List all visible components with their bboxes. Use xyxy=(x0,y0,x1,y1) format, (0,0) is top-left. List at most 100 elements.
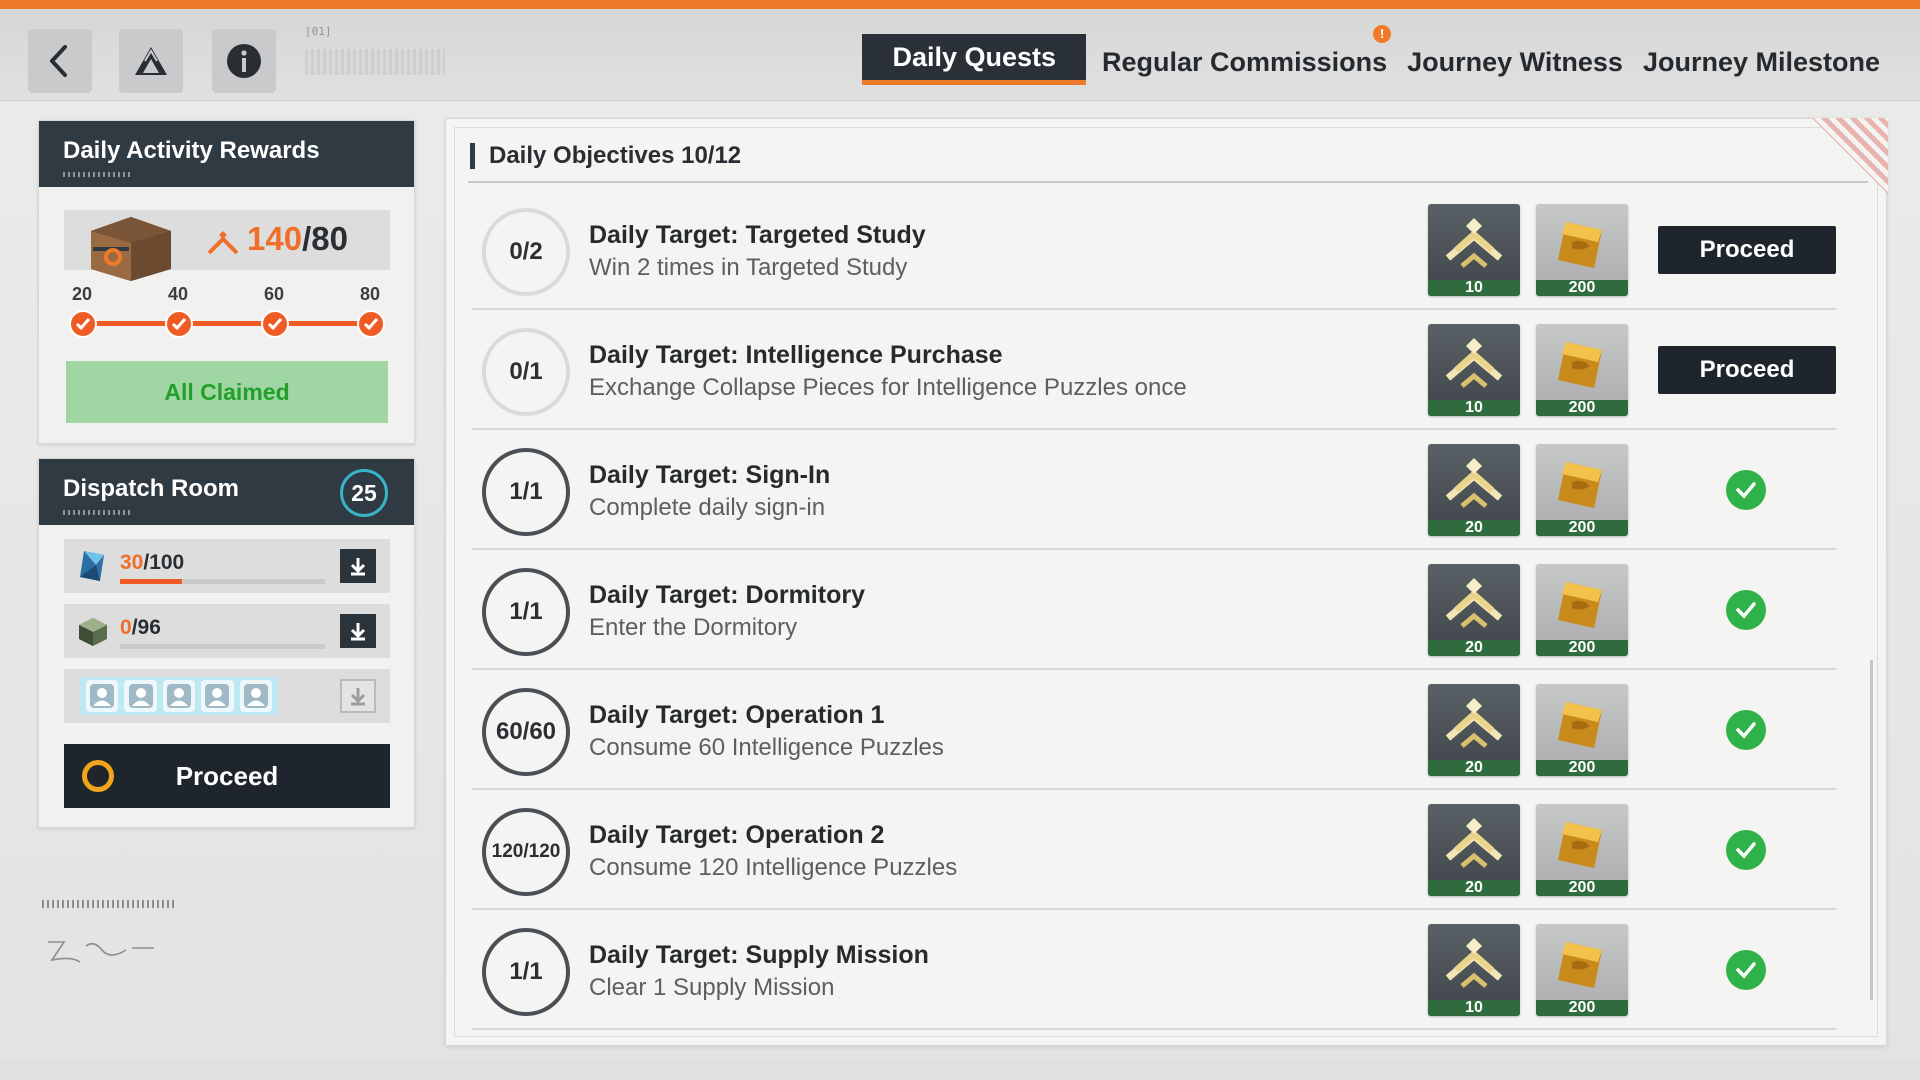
tab-journey-milestone[interactable]: Journey Milestone xyxy=(1639,39,1884,85)
reward-quantity: 200 xyxy=(1536,760,1628,776)
reward-item[interactable]: 200 xyxy=(1536,444,1628,536)
objective-name: Daily Target: Dormitory xyxy=(589,581,865,609)
gold-ticket-icon xyxy=(1558,582,1602,628)
objective-name: Daily Target: Supply Mission xyxy=(589,941,929,969)
decorative-signature xyxy=(42,900,177,975)
agent-slot[interactable] xyxy=(124,680,157,712)
dispatch-proceed-button[interactable]: Proceed xyxy=(64,744,390,808)
person-icon xyxy=(128,684,153,708)
completed-check-icon xyxy=(1726,590,1766,630)
reward-item[interactable]: 10 xyxy=(1428,324,1520,416)
reward-item[interactable]: 200 xyxy=(1536,684,1628,776)
triangle-logo-icon xyxy=(135,47,167,75)
collect-button[interactable] xyxy=(340,679,376,713)
reward-item[interactable]: 20 xyxy=(1428,444,1520,536)
check-icon xyxy=(1736,722,1756,739)
tab-daily-quests[interactable]: Daily Quests xyxy=(862,34,1087,85)
completed-check-icon xyxy=(1726,470,1766,510)
milestone-label: 20 xyxy=(72,284,93,304)
check-icon xyxy=(1736,842,1756,859)
milestone-label: 40 xyxy=(168,284,189,304)
activity-points-icon xyxy=(1445,938,1503,988)
reward-quantity: 20 xyxy=(1428,760,1520,776)
progress-ring: 1/1 xyxy=(482,928,570,1016)
proceed-button[interactable]: Proceed xyxy=(1658,226,1836,274)
objective-row: 1/1 Daily Target: Supply Mission Clear 1… xyxy=(472,910,1836,1030)
objective-description: Clear 1 Supply Mission xyxy=(589,974,835,1001)
agent-slot[interactable] xyxy=(201,680,234,712)
tab-journey-witness[interactable]: Journey Witness xyxy=(1403,39,1627,85)
agent-slot[interactable] xyxy=(162,680,196,712)
reward-quantity: 20 xyxy=(1428,880,1520,896)
reward-item[interactable]: 20 xyxy=(1428,804,1520,896)
dispatch-count-badge: 25 xyxy=(340,469,388,517)
reward-item[interactable]: 200 xyxy=(1536,204,1628,296)
objective-name: Daily Target: Operation 2 xyxy=(589,821,885,849)
download-icon xyxy=(350,558,366,576)
person-icon xyxy=(205,684,230,708)
bottom-strip xyxy=(0,1062,1920,1080)
agent-slot[interactable] xyxy=(86,680,119,712)
reward-quantity: 200 xyxy=(1536,520,1628,536)
hatch-decoration xyxy=(305,49,445,75)
reward-item[interactable]: 200 xyxy=(1536,924,1628,1016)
header-decoration xyxy=(63,510,133,515)
gold-ticket-icon xyxy=(1558,942,1602,988)
milestone-track xyxy=(82,321,372,326)
activity-points-icon xyxy=(1445,458,1503,508)
header-decoration xyxy=(63,172,133,177)
reward-quantity: 10 xyxy=(1428,1000,1520,1016)
objective-description: Complete daily sign-in xyxy=(589,494,826,521)
collect-button[interactable] xyxy=(340,614,376,648)
milestone-node[interactable] xyxy=(165,310,193,338)
agent-slot[interactable] xyxy=(239,680,273,712)
download-icon xyxy=(350,623,366,641)
tab-regular-commissions[interactable]: Regular Commissions ! xyxy=(1098,25,1392,85)
reward-item[interactable]: 10 xyxy=(1428,924,1520,1016)
reward-quantity: 10 xyxy=(1428,280,1520,296)
gold-ticket-icon xyxy=(1558,222,1602,268)
objectives-scrollbar[interactable] xyxy=(1870,660,1873,1000)
reward-item[interactable]: 20 xyxy=(1428,564,1520,656)
collect-button[interactable] xyxy=(340,549,376,583)
completed-check-icon xyxy=(1726,950,1766,990)
milestone-node[interactable] xyxy=(69,310,97,338)
dispatch-row: 30/100 xyxy=(64,539,390,593)
activity-points-icon xyxy=(1445,818,1503,868)
proceed-button[interactable]: Proceed xyxy=(1658,346,1836,394)
completed-check-icon xyxy=(1726,710,1766,750)
reward-quantity: 20 xyxy=(1428,520,1520,536)
reward-quantity: 200 xyxy=(1536,1000,1628,1016)
panel-title: Daily Activity Rewards xyxy=(63,137,320,164)
objective-description: Win 2 times in Targeted Study xyxy=(589,254,908,281)
check-icon xyxy=(1736,602,1756,619)
progress-ring: 0/1 xyxy=(482,328,570,416)
reward-item[interactable]: 200 xyxy=(1536,804,1628,896)
activity-points-icon xyxy=(1445,578,1503,628)
title-divider xyxy=(468,181,1868,183)
person-icon xyxy=(90,684,115,708)
logo-button[interactable] xyxy=(119,29,183,93)
objective-row: 0/1 Daily Target: Intelligence Purchase … xyxy=(472,310,1836,430)
reward-chest-icon[interactable] xyxy=(83,203,179,283)
milestone-node[interactable] xyxy=(261,310,289,338)
reward-item[interactable]: 200 xyxy=(1536,564,1628,656)
objective-description: Consume 60 Intelligence Puzzles xyxy=(589,734,944,761)
milestone-node[interactable] xyxy=(357,310,385,338)
reward-item[interactable]: 10 xyxy=(1428,204,1520,296)
objective-row: 0/2 Daily Target: Targeted Study Win 2 t… xyxy=(472,190,1836,310)
check-icon xyxy=(1736,962,1756,979)
milestone-label: 80 xyxy=(360,284,381,304)
tab-label: Regular Commissions xyxy=(1102,47,1388,77)
objective-description: Enter the Dormitory xyxy=(589,614,798,641)
back-button[interactable] xyxy=(28,29,92,93)
info-button[interactable] xyxy=(212,29,276,93)
person-icon xyxy=(243,684,268,708)
info-icon xyxy=(227,44,261,78)
reward-item[interactable]: 200 xyxy=(1536,324,1628,416)
progress-ring: 60/60 xyxy=(482,688,570,776)
reward-quantity: 20 xyxy=(1428,640,1520,656)
all-claimed-button[interactable]: All Claimed xyxy=(66,361,388,423)
check-icon xyxy=(267,318,283,331)
reward-item[interactable]: 20 xyxy=(1428,684,1520,776)
